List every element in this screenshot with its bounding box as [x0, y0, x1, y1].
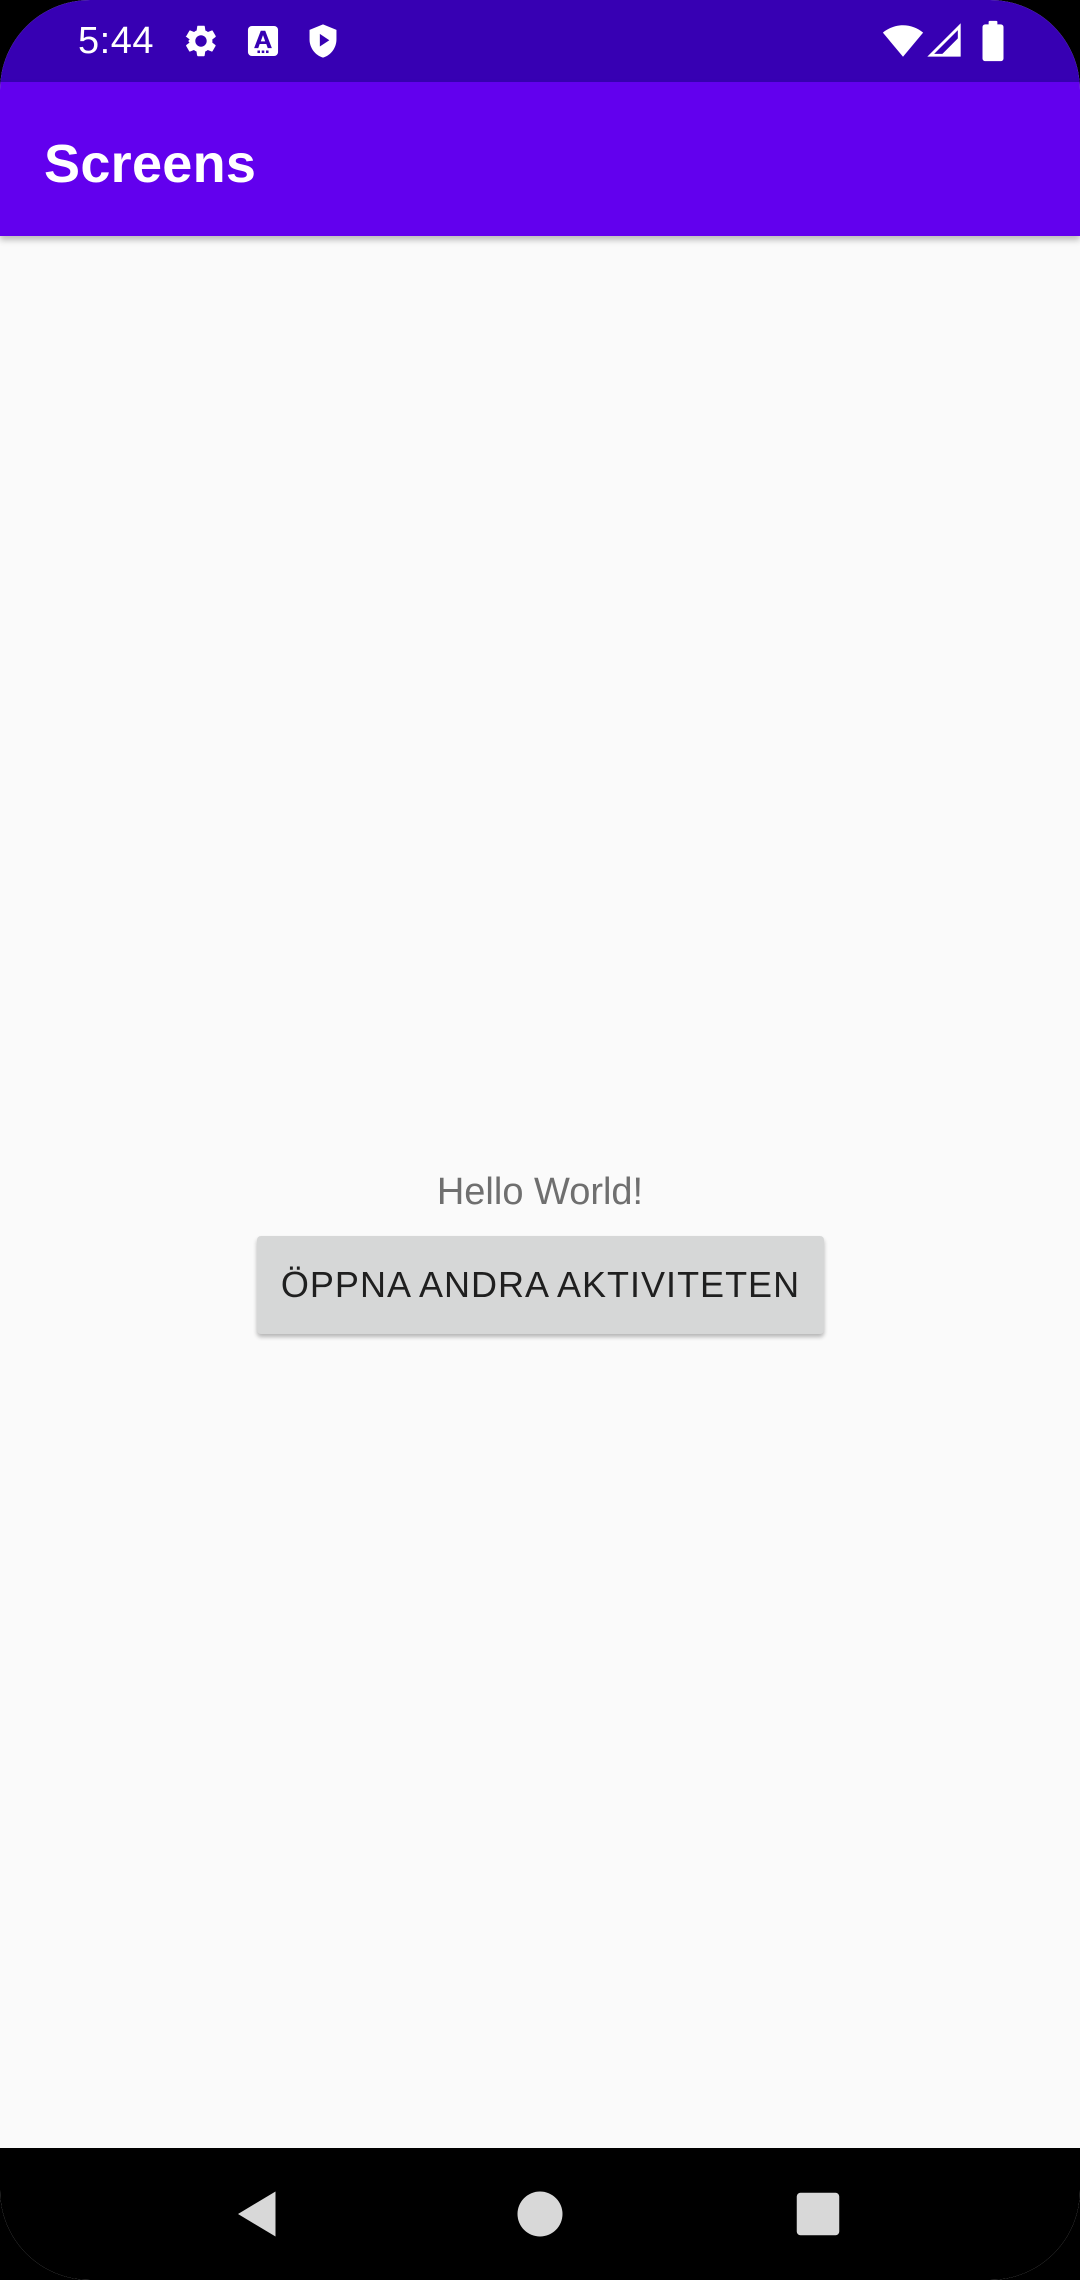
battery-icon [978, 20, 1008, 62]
open-second-activity-button[interactable]: ÖPPNA ANDRA AKTIVITETEN [257, 1236, 824, 1334]
status-bar: 5:44 [0, 0, 1080, 82]
back-icon[interactable] [228, 2184, 288, 2244]
gear-icon [182, 22, 220, 60]
app-title: Screens [44, 134, 257, 194]
hello-text: Hello World! [436, 1171, 644, 1213]
app-bar: Screens [0, 82, 1080, 236]
main-content: Hello World! ÖPPNA ANDRA AKTIVITETEN [0, 236, 1080, 2148]
text-icon [244, 22, 282, 60]
shield-play-icon [304, 22, 342, 60]
phone-screen: 5:44 Screens Hello World! ÖPPNA ANDRA AK… [0, 0, 1080, 2280]
recents-icon[interactable] [788, 2184, 848, 2244]
home-icon[interactable] [510, 2184, 570, 2244]
signal-icon [926, 22, 964, 60]
wifi-icon [882, 20, 924, 62]
status-time: 5:44 [78, 20, 154, 62]
navigation-bar [0, 2148, 1080, 2280]
